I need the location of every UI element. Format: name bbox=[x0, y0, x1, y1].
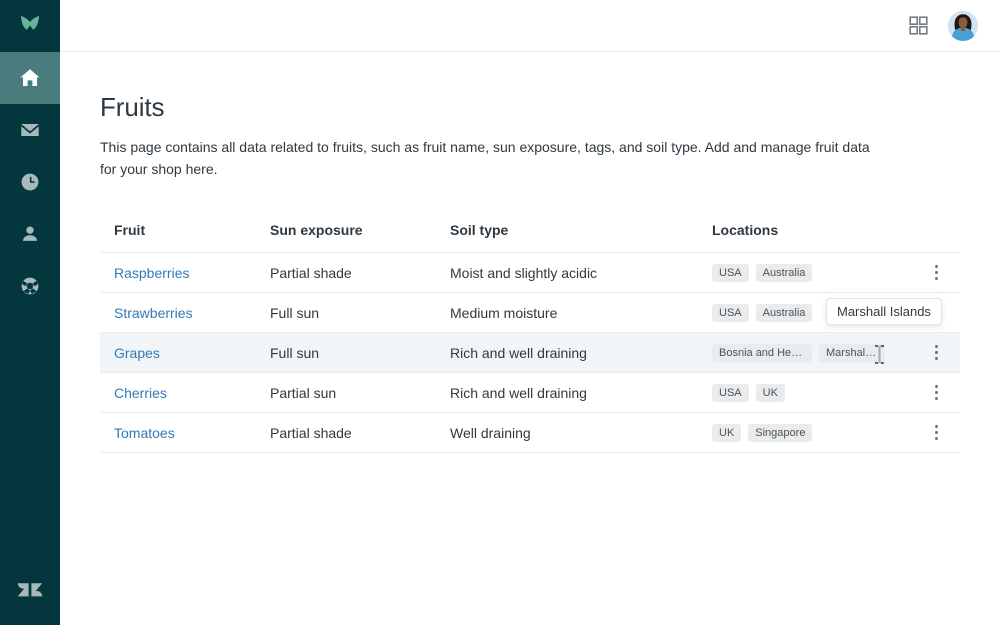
cell-soil-type: Moist and slightly acidic bbox=[450, 252, 712, 293]
fruit-link[interactable]: Raspberries bbox=[114, 265, 189, 281]
kebab-menu-icon[interactable] bbox=[924, 421, 948, 445]
location-tag[interactable]: Australia bbox=[755, 303, 813, 322]
cell-actions bbox=[912, 332, 960, 373]
apps-grid-button[interactable] bbox=[904, 12, 932, 40]
zendesk-logo-icon bbox=[17, 583, 43, 597]
cell-soil-type: Rich and well draining bbox=[450, 332, 712, 373]
top-bar bbox=[60, 0, 1000, 52]
cell-locations: USA Australia bbox=[712, 252, 912, 293]
tag-tooltip: Marshall Islands bbox=[826, 298, 942, 325]
cell-soil-type: Rich and well draining bbox=[450, 372, 712, 413]
main-area: Fruits This page contains all data relat… bbox=[60, 0, 1000, 625]
tag-list: USA UK bbox=[712, 383, 912, 402]
user-avatar[interactable] bbox=[948, 10, 978, 41]
kebab-menu-icon[interactable] bbox=[924, 261, 948, 285]
person-icon bbox=[23, 226, 37, 241]
column-header-fruit: Fruit bbox=[100, 222, 270, 253]
column-header-soil-type: Soil type bbox=[450, 222, 712, 253]
location-tag[interactable]: Bosnia and Herzegovina bbox=[712, 343, 812, 362]
kebab-menu-icon[interactable] bbox=[924, 381, 948, 405]
cell-locations: USA UK bbox=[712, 372, 912, 413]
fruits-table-wrapper: Fruit Sun exposure Soil type Locations R… bbox=[100, 222, 960, 453]
column-header-actions bbox=[912, 222, 960, 253]
table-row[interactable]: Tomatoes Partial shade Well draining UK Sing… bbox=[100, 412, 960, 453]
kebab-menu-icon[interactable] bbox=[924, 341, 948, 365]
clock-icon bbox=[21, 173, 39, 191]
tag-list: UK Singapore bbox=[712, 423, 912, 442]
home-icon bbox=[20, 69, 40, 86]
location-tag[interactable]: USA bbox=[712, 263, 749, 282]
location-tag[interactable]: Marshall I... bbox=[819, 343, 885, 362]
location-tag[interactable]: USA bbox=[712, 303, 749, 322]
column-header-locations: Locations bbox=[712, 222, 912, 253]
page-content: Fruits This page contains all data relat… bbox=[60, 52, 1000, 453]
cell-fruit: Strawberries bbox=[100, 292, 270, 333]
cell-locations: UK Singapore bbox=[712, 412, 912, 453]
cell-actions bbox=[912, 372, 960, 413]
sidebar-item-person[interactable] bbox=[0, 208, 60, 260]
sidebar-item-home[interactable] bbox=[0, 52, 60, 104]
cell-fruit: Cherries bbox=[100, 372, 270, 413]
cell-soil-type: Well draining bbox=[450, 412, 712, 453]
sidebar bbox=[0, 0, 60, 625]
fruit-link[interactable]: Cherries bbox=[114, 385, 167, 401]
table-head: Fruit Sun exposure Soil type Locations bbox=[100, 222, 960, 253]
cell-fruit: Raspberries bbox=[100, 252, 270, 293]
cell-fruit: Grapes bbox=[100, 332, 270, 373]
cell-actions bbox=[912, 412, 960, 453]
location-tag[interactable]: USA bbox=[712, 383, 749, 402]
location-tag[interactable]: UK bbox=[755, 383, 785, 402]
cell-sun-exposure: Partial shade bbox=[270, 252, 450, 293]
fruit-link[interactable]: Grapes bbox=[114, 345, 160, 361]
cell-fruit: Tomatoes bbox=[100, 412, 270, 453]
location-tag[interactable]: Australia bbox=[755, 263, 813, 282]
table-row[interactable]: Raspberries Partial shade Moist and slight… bbox=[100, 252, 960, 293]
cell-sun-exposure: Full sun bbox=[270, 292, 450, 333]
table-row[interactable]: Cherries Partial sun Rich and well drainin… bbox=[100, 372, 960, 413]
cell-locations: Bosnia and Herzegovina Marshall I... bbox=[712, 332, 912, 373]
cell-sun-exposure: Full sun bbox=[270, 332, 450, 373]
sidebar-item-clock[interactable] bbox=[0, 156, 60, 208]
mail-icon bbox=[21, 124, 39, 136]
tag-list: USA Australia bbox=[712, 263, 912, 282]
lifebuoy-icon bbox=[21, 277, 39, 295]
location-tag[interactable]: UK bbox=[712, 423, 742, 442]
cell-sun-exposure: Partial sun bbox=[270, 372, 450, 413]
fruits-table: Fruit Sun exposure Soil type Locations R… bbox=[100, 222, 960, 453]
page-description: This page contains all data related to f… bbox=[100, 139, 870, 177]
grid-apps-icon bbox=[908, 16, 928, 35]
zendesk-brand-logo[interactable] bbox=[0, 555, 60, 625]
cell-sun-exposure: Partial shade bbox=[270, 412, 450, 453]
app-root: Fruits This page contains all data relat… bbox=[0, 0, 1000, 625]
column-header-sun-exposure: Sun exposure bbox=[270, 222, 450, 253]
page-title: Fruits bbox=[100, 92, 165, 122]
location-tag[interactable]: Singapore bbox=[748, 423, 813, 442]
fruit-link[interactable]: Tomatoes bbox=[114, 425, 175, 441]
sidebar-item-mail[interactable] bbox=[0, 104, 60, 156]
tag-list: Bosnia and Herzegovina Marshall I... bbox=[712, 343, 912, 362]
cell-soil-type: Medium moisture bbox=[450, 292, 712, 333]
table-header-row: Fruit Sun exposure Soil type Locations bbox=[100, 222, 960, 253]
fruit-link[interactable]: Strawberries bbox=[114, 305, 193, 321]
table-body: Raspberries Partial shade Moist and slight… bbox=[100, 252, 960, 453]
table-row[interactable]: Grapes Full sun Rich and well draining Bosn… bbox=[100, 332, 960, 373]
cell-actions bbox=[912, 252, 960, 293]
avatar-photo bbox=[948, 10, 978, 41]
sidebar-item-support[interactable] bbox=[0, 260, 60, 312]
leaf-logo-icon bbox=[21, 16, 39, 30]
app-logo[interactable] bbox=[0, 0, 60, 52]
